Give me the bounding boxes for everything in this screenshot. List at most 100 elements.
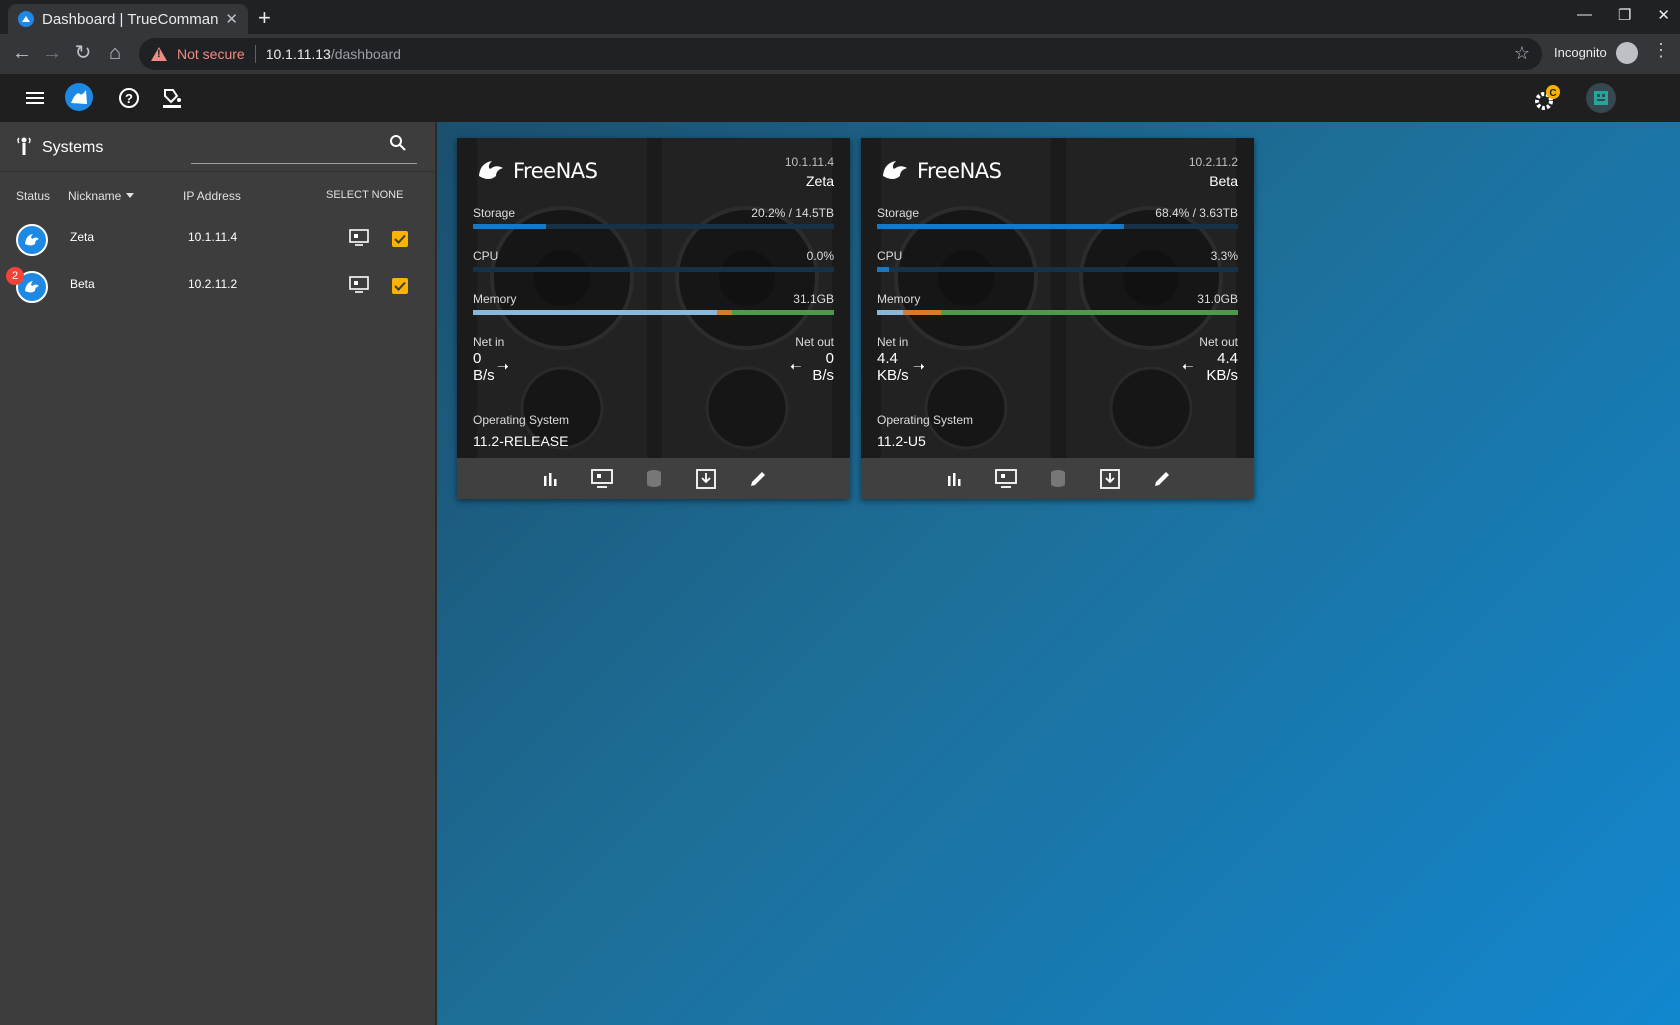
- url-path: /dashboard: [330, 46, 401, 62]
- memory-value: 31.1GB: [793, 292, 834, 306]
- menu-icon[interactable]: [23, 86, 47, 110]
- address-bar[interactable]: Not secure 10.1.11.13 /dashboard ☆: [139, 38, 1542, 70]
- alerts-gear-icon[interactable]: C: [1532, 84, 1562, 114]
- card-ip: 10.1.11.4: [784, 155, 834, 169]
- brand-name: FreeNAS: [917, 159, 1002, 183]
- os-value: 11.2-U5: [877, 433, 926, 449]
- storage-bar: [877, 224, 1238, 229]
- cpu-bar: [473, 267, 834, 272]
- edit-pencil-icon[interactable]: [1150, 467, 1174, 491]
- system-row[interactable]: Zeta 10.1.11.4: [0, 214, 436, 262]
- truecommand-favicon-icon: [18, 11, 34, 27]
- net-out-value: 0 B/s: [812, 350, 834, 384]
- edit-pencil-icon[interactable]: [746, 467, 770, 491]
- dashboard-main: FreeNAS 10.1.11.4 Zeta Storage 20.2% / 1…: [437, 122, 1680, 1025]
- memory-bar: [473, 310, 834, 315]
- freenas-status-icon: [16, 224, 48, 256]
- bookmark-star-icon[interactable]: ☆: [1514, 43, 1530, 64]
- system-nickname: Zeta: [70, 230, 95, 244]
- reports-chart-icon[interactable]: [538, 467, 562, 491]
- column-nickname[interactable]: Nickname: [68, 189, 121, 203]
- cpu-value: 3.3%: [1210, 249, 1238, 263]
- user-avatar-icon[interactable]: [1585, 82, 1617, 114]
- os-label: Operating System: [877, 413, 974, 427]
- download-icon[interactable]: [1098, 467, 1122, 491]
- arrow-right-icon: ➝: [913, 358, 925, 374]
- theme-bucket-icon[interactable]: [160, 86, 184, 110]
- forward-icon[interactable]: →: [40, 41, 64, 65]
- system-checkbox[interactable]: [392, 278, 408, 294]
- minimize-icon[interactable]: —: [1577, 6, 1592, 24]
- storage-label: Storage: [473, 206, 516, 220]
- column-status: Status: [16, 189, 51, 203]
- download-icon[interactable]: [694, 467, 718, 491]
- search-icon[interactable]: [389, 134, 407, 157]
- os-value: 11.2-RELEASE: [473, 433, 569, 449]
- system-nickname: Beta: [70, 277, 95, 291]
- storage-database-icon: [642, 467, 666, 491]
- storage-bar-fill: [473, 224, 546, 229]
- net-in-value: 0 B/s: [473, 350, 495, 384]
- systems-search-input[interactable]: [191, 134, 417, 164]
- new-tab-button[interactable]: +: [258, 5, 271, 31]
- net-out-label: Net out: [795, 335, 834, 349]
- incognito-icon[interactable]: [1616, 42, 1638, 64]
- sidebar-title: Systems: [42, 139, 104, 156]
- system-row[interactable]: 2 Beta 10.2.11.2: [0, 261, 436, 309]
- arrow-left-icon: ➝: [790, 358, 802, 374]
- browser-tab[interactable]: Dashboard | TrueComman ✕: [8, 4, 248, 34]
- net-out-label: Net out: [1199, 335, 1238, 349]
- console-icon[interactable]: [994, 467, 1018, 491]
- cpu-value: 0.0%: [806, 249, 834, 263]
- arrow-right-icon: ➝: [497, 358, 509, 374]
- freenas-logo-icon: [883, 161, 907, 179]
- systems-tower-icon: [17, 136, 31, 161]
- alert-count-badge: 2: [6, 267, 24, 285]
- home-icon[interactable]: ⌂: [103, 41, 127, 65]
- storage-value: 68.4% / 3.63TB: [1155, 206, 1238, 220]
- svg-text:C: C: [1549, 88, 1556, 99]
- cpu-label: CPU: [877, 249, 903, 263]
- systems-sidebar: Systems Status Nickname IP Address SELEC…: [0, 122, 436, 1025]
- os-label: Operating System: [473, 413, 570, 427]
- system-card: FreeNAS 10.1.11.4 Zeta Storage 20.2% / 1…: [457, 138, 850, 499]
- storage-label: Storage: [877, 206, 920, 220]
- select-none-button[interactable]: SELECT NONE: [326, 189, 403, 201]
- freenas-logo: FreeNAS: [881, 158, 1002, 184]
- svg-text:?: ?: [125, 91, 133, 106]
- restore-icon[interactable]: ❐: [1618, 6, 1631, 24]
- memory-label: Memory: [877, 292, 921, 306]
- card-actions: [457, 458, 850, 499]
- browser-toolbar: ← → ↻ ⌂ Not secure 10.1.11.13 /dashboard…: [0, 34, 1680, 74]
- warning-icon: [151, 47, 167, 61]
- card-system-name: Zeta: [805, 173, 834, 189]
- url-host: 10.1.11.13: [265, 46, 331, 62]
- security-status[interactable]: Not secure: [177, 46, 245, 62]
- browser-tabbar: Dashboard | TrueComman ✕ + — ❐ ✕: [0, 0, 1680, 34]
- incognito-label: Incognito: [1554, 45, 1607, 60]
- system-ip: 10.2.11.2: [188, 277, 238, 291]
- console-icon[interactable]: [349, 229, 369, 252]
- storage-bar-fill: [877, 224, 1124, 229]
- truecommand-logo-icon[interactable]: [64, 82, 94, 112]
- window-close-icon[interactable]: ✕: [1657, 6, 1670, 24]
- console-icon[interactable]: [349, 276, 369, 299]
- memory-label: Memory: [473, 292, 517, 306]
- cpu-bar: [877, 267, 1238, 272]
- back-icon[interactable]: ←: [10, 41, 34, 65]
- storage-database-icon: [1046, 467, 1070, 491]
- console-icon[interactable]: [590, 467, 614, 491]
- browser-menu-icon[interactable]: ⋮: [1652, 40, 1670, 61]
- card-actions: [861, 458, 1254, 499]
- tab-close-icon[interactable]: ✕: [225, 10, 238, 28]
- tab-title: Dashboard | TrueComman: [42, 10, 219, 28]
- storage-value: 20.2% / 14.5TB: [751, 206, 834, 220]
- reports-chart-icon[interactable]: [942, 467, 966, 491]
- net-in-value: 4.4 KB/s: [877, 350, 909, 384]
- sort-down-icon[interactable]: [126, 193, 134, 198]
- cpu-label: CPU: [473, 249, 499, 263]
- brand-name: FreeNAS: [513, 159, 598, 183]
- reload-icon[interactable]: ↻: [71, 41, 95, 65]
- help-icon[interactable]: ?: [117, 86, 141, 110]
- system-checkbox[interactable]: [392, 231, 408, 247]
